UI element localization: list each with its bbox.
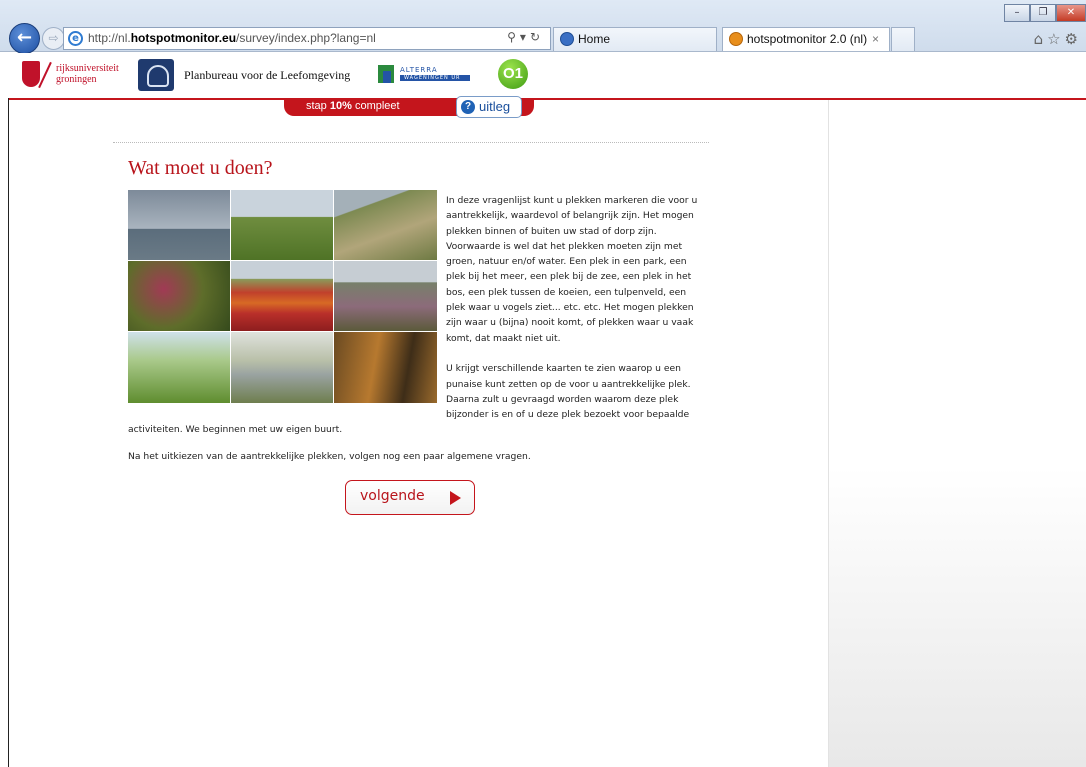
- paragraph-3: Na het uitkiezen van de aantrekkelijke p…: [128, 451, 531, 462]
- rug-line1: rijksuniversiteit: [56, 63, 119, 74]
- url-text: http://nl.hotspotmonitor.eu/survey/index…: [88, 31, 376, 45]
- home-icon[interactable]: ⌂: [1034, 30, 1048, 48]
- right-panel: [828, 100, 1086, 767]
- volgende-button[interactable]: volgende: [345, 480, 475, 515]
- pbl-name: Planbureau voor de Leefomgeving: [184, 68, 351, 82]
- progress-text: stap 10% compleet: [306, 100, 400, 112]
- tab-hotspotmonitor[interactable]: hotspotmonitor 2.0 (nl) ×: [722, 27, 890, 51]
- address-bar[interactable]: e http://nl.hotspotmonitor.eu/survey/ind…: [63, 27, 551, 50]
- tab-hotspotmonitor-label: hotspotmonitor 2.0 (nl): [747, 32, 868, 46]
- rug-shield-icon: [22, 61, 40, 87]
- tab-home-label: Home: [578, 32, 611, 46]
- tab-home[interactable]: Home: [553, 27, 717, 51]
- close-window-icon[interactable]: ✕: [1056, 4, 1086, 22]
- alterra-square-inner: [383, 71, 391, 83]
- rug-slash: [38, 61, 52, 89]
- forward-icon[interactable]: ⇨: [42, 27, 65, 50]
- page-viewport: rijksuniversiteit groningen Planbureau v…: [0, 53, 1086, 767]
- gear-icon[interactable]: ⚙: [1065, 30, 1082, 48]
- minimize-icon[interactable]: –: [1004, 4, 1030, 22]
- alterra-name: ALTERRA: [400, 66, 438, 74]
- ie-tab-icon: [729, 32, 743, 46]
- uitleg-button[interactable]: ? uitleg: [456, 96, 522, 118]
- help-icon: ?: [461, 100, 475, 114]
- instruction-text: In deze vragenlijst kunt u plekken marke…: [128, 193, 700, 438]
- favorites-star-icon[interactable]: ☆: [1047, 30, 1064, 48]
- new-tab-button[interactable]: [891, 27, 915, 51]
- left-border: [8, 98, 9, 767]
- page-title: Wat moet u doen?: [128, 157, 273, 179]
- pbl-emblem-icon: [138, 59, 174, 91]
- logo-bar: rijksuniversiteit groningen Planbureau v…: [8, 53, 1086, 98]
- volgende-label: volgende: [360, 488, 425, 504]
- collage-spacer: [128, 193, 446, 411]
- close-tab-icon[interactable]: ×: [872, 28, 879, 50]
- rug-text: rijksuniversiteit groningen: [56, 63, 119, 85]
- rug-line2: groningen: [56, 74, 97, 85]
- content-divider: [113, 142, 709, 143]
- home-tab-icon: [560, 32, 574, 46]
- search-refresh-icons[interactable]: ⚲▾↻: [507, 30, 544, 44]
- maximize-icon[interactable]: ❐: [1030, 4, 1056, 22]
- browser-chrome: ← ⇨ e http://nl.hotspotmonitor.eu/survey…: [0, 0, 1086, 54]
- alterra-sub: WAGENINGEN UR: [404, 75, 461, 81]
- uitleg-label: uitleg: [479, 99, 511, 114]
- window-controls: – ❐ ✕: [1004, 0, 1086, 22]
- o1-logo[interactable]: O1: [498, 59, 528, 89]
- back-icon[interactable]: ←: [9, 23, 40, 54]
- rug-logo[interactable]: rijksuniversiteit groningen: [22, 61, 142, 93]
- toolbar-icons: ⌂☆⚙: [1034, 30, 1082, 48]
- alterra-logo[interactable]: ALTERRA WAGENINGEN UR: [378, 65, 478, 85]
- ie-icon: e: [68, 31, 83, 46]
- play-arrow-icon: [450, 491, 461, 505]
